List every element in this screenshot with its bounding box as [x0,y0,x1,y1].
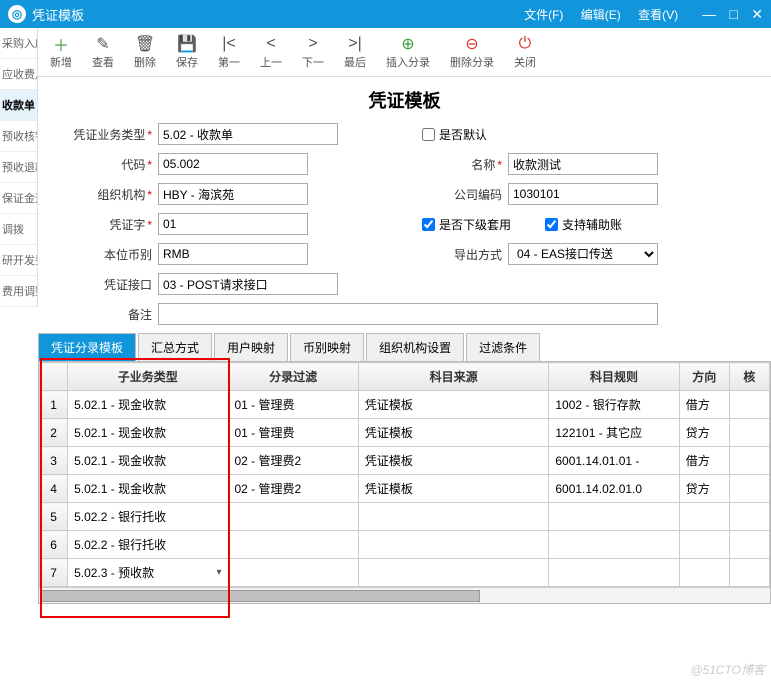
close-button[interactable]: ✕ [751,6,763,22]
grid-table: 子业务类型分录过滤科目来源科目规则方向核15.02.1 - 现金收款01 - 管… [39,362,770,587]
app-icon: ◎ [8,5,26,23]
col-header [40,363,68,391]
api-field[interactable] [158,273,338,295]
isdefault-checkbox[interactable]: 是否默认 [418,125,487,144]
companycode-field[interactable] [508,183,658,205]
table-row[interactable]: 65.02.2 - 银行托收 [40,531,770,559]
tab-4[interactable]: 组织机构设置 [366,333,464,361]
remark-field[interactable] [158,303,658,325]
toolbar-新增[interactable]: ＋新增 [40,32,82,72]
watermark: @51CTO博客 [690,661,765,678]
table-row[interactable]: 25.02.1 - 现金收款01 - 管理费凭证模板122101 - 其它应贷方 [40,419,770,447]
tab-0[interactable]: 凭证分录模板 [38,333,136,361]
sidebar-item[interactable]: 保证金退 [0,183,37,214]
toolbar: ＋新增✎查看🗑删除💾保存|<第一<上一>下一>|最后⊕插入分录⊖删除分录⏻关闭 [38,28,771,77]
sidebar-item[interactable]: 应收费月 [0,59,37,90]
voucherword-label: 凭证字* [68,216,158,233]
left-sidebar: 采购入库应收费月收款单预收核销预收退款保证金退调拨研开发费费用调整 [0,28,38,307]
aux-checkbox[interactable]: 支持辅助账 [541,215,622,234]
tab-strip: 凭证分录模板汇总方式用户映射币别映射组织机构设置过滤条件 [38,333,771,361]
window-controls: — □ ✕ [692,6,763,23]
tab-2[interactable]: 用户映射 [214,333,288,361]
code-label: 代码* [68,156,158,173]
tab-3[interactable]: 币别映射 [290,333,364,361]
menu-view[interactable]: 查看(V) [638,8,678,22]
companycode-label: 公司编码 [418,186,508,203]
toolbar-查看[interactable]: ✎查看 [82,32,124,72]
col-header: 方向 [679,363,729,391]
grid: 子业务类型分录过滤科目来源科目规则方向核15.02.1 - 现金收款01 - 管… [38,361,771,604]
main-panel: ＋新增✎查看🗑删除💾保存|<第一<上一>下一>|最后⊕插入分录⊖删除分录⏻关闭 … [38,28,771,682]
toolbar-保存[interactable]: 💾保存 [166,32,208,72]
menu-bar: 文件(F) 编辑(E) 查看(V) [524,6,692,23]
toolbar-下一[interactable]: >下一 [292,32,334,72]
org-label: 组织机构* [68,186,158,203]
org-field[interactable] [158,183,308,205]
horizontal-scrollbar[interactable] [39,587,770,603]
table-row[interactable]: 15.02.1 - 现金收款01 - 管理费凭证模板1002 - 银行存款借方 [40,391,770,419]
name-field[interactable] [508,153,658,175]
sidebar-item[interactable]: 采购入库 [0,28,37,59]
form: 凭证业务类型* 是否默认 代码* 名称* 组织机构* 公司编码 [38,123,771,325]
minimize-button[interactable]: — [702,6,716,22]
toolbar-最后[interactable]: >|最后 [334,32,376,72]
col-header: 分录过滤 [228,363,358,391]
table-row[interactable]: 55.02.2 - 银行托收 [40,503,770,531]
remark-label: 备注 [68,306,158,323]
export-label: 导出方式 [418,246,508,263]
sidebar-item[interactable]: 研开发费 [0,245,37,276]
sidebar-item[interactable]: 费用调整 [0,276,37,307]
col-header: 子业务类型 [68,363,228,391]
menu-file[interactable]: 文件(F) [524,8,563,22]
export-select[interactable]: 04 - EAS接口传送 [508,243,658,265]
table-row[interactable]: 75.02.3 - 预收款▾ [40,559,770,587]
table-row[interactable]: 35.02.1 - 现金收款02 - 管理费2凭证模板6001.14.01.01… [40,447,770,475]
menu-edit[interactable]: 编辑(E) [581,8,621,22]
toolbar-删除[interactable]: 🗑删除 [124,32,166,72]
code-field[interactable] [158,153,308,175]
currency-field[interactable] [158,243,308,265]
tab-1[interactable]: 汇总方式 [138,333,212,361]
col-header: 科目规则 [549,363,679,391]
toolbar-上一[interactable]: <上一 [250,32,292,72]
biztype-label: 凭证业务类型* [68,126,158,143]
page-title: 凭证模板 [38,87,771,113]
table-row[interactable]: 45.02.1 - 现金收款02 - 管理费2凭证模板6001.14.02.01… [40,475,770,503]
maximize-button[interactable]: □ [729,6,737,22]
sidebar-item[interactable]: 预收退款 [0,152,37,183]
toolbar-第一[interactable]: |<第一 [208,32,250,72]
col-header: 核 [729,363,769,391]
toolbar-关闭[interactable]: ⏻关闭 [504,32,546,72]
sidebar-item[interactable]: 调拨 [0,214,37,245]
biztype-field[interactable] [158,123,338,145]
toolbar-插入分录[interactable]: ⊕插入分录 [376,32,440,72]
name-label: 名称* [418,156,508,173]
currency-label: 本位币别 [68,246,158,263]
sidebar-item[interactable]: 预收核销 [0,121,37,152]
window-title: 凭证模板 [32,5,524,24]
toolbar-删除分录[interactable]: ⊖删除分录 [440,32,504,72]
api-label: 凭证接口 [68,276,158,293]
voucherword-field[interactable] [158,213,308,235]
tab-5[interactable]: 过滤条件 [466,333,540,361]
col-header: 科目来源 [358,363,549,391]
sidebar-item[interactable]: 收款单 [0,90,37,121]
title-bar: ◎ 凭证模板 文件(F) 编辑(E) 查看(V) — □ ✕ [0,0,771,28]
subapply-checkbox[interactable]: 是否下级套用 [418,215,511,234]
